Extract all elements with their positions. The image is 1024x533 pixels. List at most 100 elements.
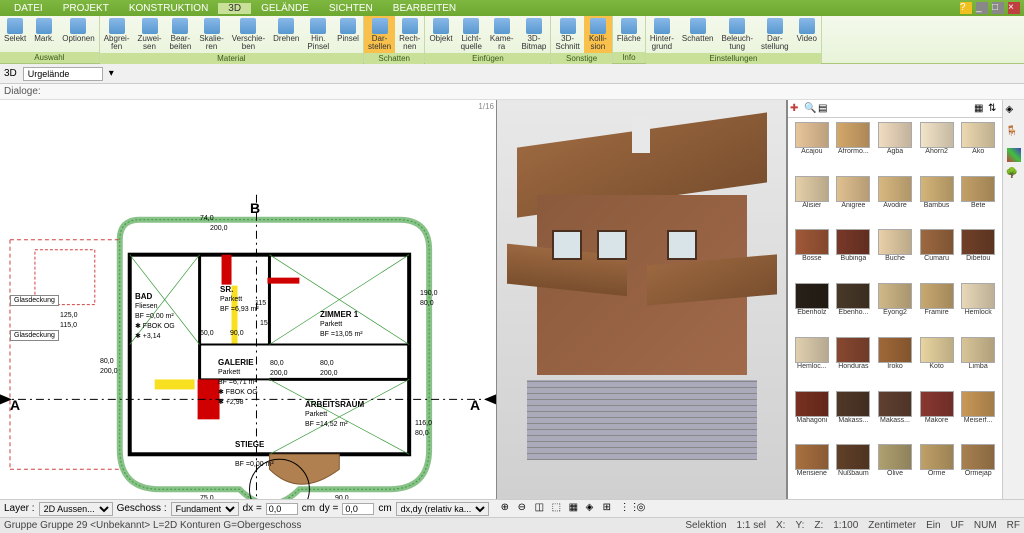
swatch-agba[interactable]: Agba	[875, 122, 915, 174]
swatch-ebenholz[interactable]: Ebenholz	[792, 283, 832, 335]
tool-icon[interactable]: ⊞	[603, 502, 617, 516]
swatch-cumaru[interactable]: Cumaru	[917, 229, 957, 281]
swatch-bosse[interactable]: Bosse	[792, 229, 832, 281]
swatch-olive[interactable]: Olive	[875, 444, 915, 496]
ribbon-beleuch[interactable]: Beleuch-tung	[717, 16, 757, 53]
ribbon-hin[interactable]: Hin.Pinsel	[303, 16, 333, 53]
swatch-bete[interactable]: Bete	[958, 176, 998, 228]
swatch-nubaum[interactable]: Nußbaum	[834, 444, 874, 496]
ribbon-d[interactable]: 3D-Bitmap	[517, 16, 550, 53]
section-A: A	[10, 397, 20, 413]
dy-input[interactable]	[342, 503, 374, 515]
coord-mode-select[interactable]: dx,dy (relativ ka...	[396, 502, 489, 516]
swatch-afrormo[interactable]: Afrormo...	[834, 122, 874, 174]
floorplan-pane[interactable]: Glasdeckung Glasdeckung BADFliesenBF =0,…	[0, 100, 497, 500]
swatch-mahagoni[interactable]: Mahagoni	[792, 391, 832, 443]
swatch-bambus[interactable]: Bambus	[917, 176, 957, 228]
dx-input[interactable]	[266, 503, 298, 515]
menu-bearbeiten[interactable]: BEARBEITEN	[383, 3, 466, 14]
ribbon-skalie[interactable]: Skalie-ren	[195, 16, 227, 53]
swatch-orme[interactable]: Orme	[917, 444, 957, 496]
ribbon-hinter[interactable]: Hinter-grund	[646, 16, 678, 53]
layers-icon[interactable]: ◈	[1006, 104, 1022, 120]
sort-icon[interactable]: ⇅	[988, 103, 1000, 115]
materials-icon[interactable]	[1007, 148, 1021, 162]
tool-icon[interactable]: ◎	[637, 502, 651, 516]
swatch-hemloc[interactable]: Hemloc...	[792, 337, 832, 389]
minimize-icon[interactable]: _	[976, 2, 988, 14]
furniture-icon[interactable]: 🪑	[1006, 126, 1022, 142]
tool-icon[interactable]: ⊕	[501, 502, 515, 516]
swatch-dibetou[interactable]: Dibetou	[958, 229, 998, 281]
swatch-ebenho[interactable]: Ebenho...	[834, 283, 874, 335]
ribbon-zuwei[interactable]: Zuwei-sen	[134, 16, 166, 53]
swatch-ako[interactable]: Ako	[958, 122, 998, 174]
ribbon-kolli[interactable]: Kolli-sion	[584, 16, 612, 53]
ribbon-flche[interactable]: Fläche	[613, 16, 645, 52]
plants-icon[interactable]: 🌳	[1006, 168, 1022, 184]
swatch-framire[interactable]: Framire	[917, 283, 957, 335]
swatch-ahorn[interactable]: Ahorn2	[917, 122, 957, 174]
ribbon-dar[interactable]: Dar-stellen	[364, 16, 395, 53]
swatch-makass[interactable]: Makass...	[875, 391, 915, 443]
ribbon-d[interactable]: 3D-Schnitt	[551, 16, 583, 53]
swatch-makore[interactable]: Makore	[917, 391, 957, 443]
swatch-koto[interactable]: Koto	[917, 337, 957, 389]
ribbon-verschie[interactable]: Verschie-ben	[228, 16, 269, 53]
swatch-avodire[interactable]: Avodire	[875, 176, 915, 228]
menu-3d[interactable]: 3D	[218, 3, 251, 14]
filter-icon[interactable]: ▤	[818, 103, 830, 115]
layer-select-bottom[interactable]: 2D Aussen...	[39, 502, 113, 516]
3d-pane[interactable]	[497, 100, 787, 500]
swatch-ormejap[interactable]: Ormejap	[958, 444, 998, 496]
tool-icon[interactable]: ▦	[569, 502, 583, 516]
ribbon-selekt[interactable]: Selekt	[0, 16, 30, 52]
tool-icon[interactable]: ◈	[586, 502, 600, 516]
menu-datei[interactable]: DATEI	[4, 3, 53, 14]
ribbon-video[interactable]: Video	[793, 16, 821, 53]
ribbon-mark[interactable]: Mark.	[30, 16, 58, 52]
menu-projekt[interactable]: PROJEKT	[53, 3, 119, 14]
swatch-limba[interactable]: Limba	[958, 337, 998, 389]
ribbon-abgrei[interactable]: Abgrei-fen	[100, 16, 134, 53]
plus-icon[interactable]: ✚	[790, 103, 802, 115]
tool-icon[interactable]: ⬚	[552, 502, 566, 516]
swatch-iroko[interactable]: Iroko	[875, 337, 915, 389]
ribbon-dar[interactable]: Dar-stellung	[757, 16, 793, 53]
ribbon-rech[interactable]: Rech-nen	[395, 16, 424, 53]
swatch-buche[interactable]: Buche	[875, 229, 915, 281]
close-icon[interactable]: ×	[1008, 2, 1020, 14]
tool-icon[interactable]: ⊖	[518, 502, 532, 516]
geschoss-select[interactable]: Fundament	[171, 502, 239, 516]
ribbon-drehen[interactable]: Drehen	[269, 16, 303, 53]
swatch-alisier[interactable]: Alisier	[792, 176, 832, 228]
swatch-acajou[interactable]: Acajou	[792, 122, 832, 174]
tool-icon[interactable]: ◫	[535, 502, 549, 516]
view-icon[interactable]: ▦	[974, 103, 986, 115]
swatch-makass[interactable]: Makass...	[834, 391, 874, 443]
swatch-eyong[interactable]: Eyong2	[875, 283, 915, 335]
tool-icon[interactable]: ⋮⋮	[620, 502, 634, 516]
ribbon-pinsel[interactable]: Pinsel	[333, 16, 363, 53]
swatch-grid[interactable]: AcajouAfrormo...AgbaAhorn2Ako AlisierAnig…	[788, 118, 1002, 500]
layer-select[interactable]: Urgelände	[23, 67, 103, 81]
swatch-hemlock[interactable]: Hemlock	[958, 283, 998, 335]
chevron-down-icon[interactable]: ▾	[109, 68, 114, 79]
swatch-meiserf[interactable]: Meiserf...	[958, 391, 998, 443]
swatch-bubinga[interactable]: Bubinga	[834, 229, 874, 281]
maximize-icon[interactable]: □	[992, 2, 1004, 14]
menu-sichten[interactable]: SICHTEN	[319, 3, 383, 14]
ribbon-kame[interactable]: Kame-ra	[486, 16, 518, 53]
help-icon[interactable]: ?	[960, 2, 972, 14]
search-icon[interactable]: 🔍	[804, 103, 816, 115]
ribbon-schatten[interactable]: Schatten	[678, 16, 718, 53]
ribbon-bear[interactable]: Bear-beiten	[166, 16, 196, 53]
ribbon-licht[interactable]: Licht-quelle	[457, 16, 486, 53]
menu-gelaende[interactable]: GELÄNDE	[251, 3, 319, 14]
swatch-honduras[interactable]: Honduras	[834, 337, 874, 389]
ribbon-objekt[interactable]: Objekt	[425, 16, 456, 53]
menu-konstruktion[interactable]: KONSTRUKTION	[119, 3, 218, 14]
swatch-merisiene[interactable]: Merisiene	[792, 444, 832, 496]
ribbon-optionen[interactable]: Optionen	[58, 16, 98, 52]
swatch-anigree[interactable]: Anigree	[834, 176, 874, 228]
